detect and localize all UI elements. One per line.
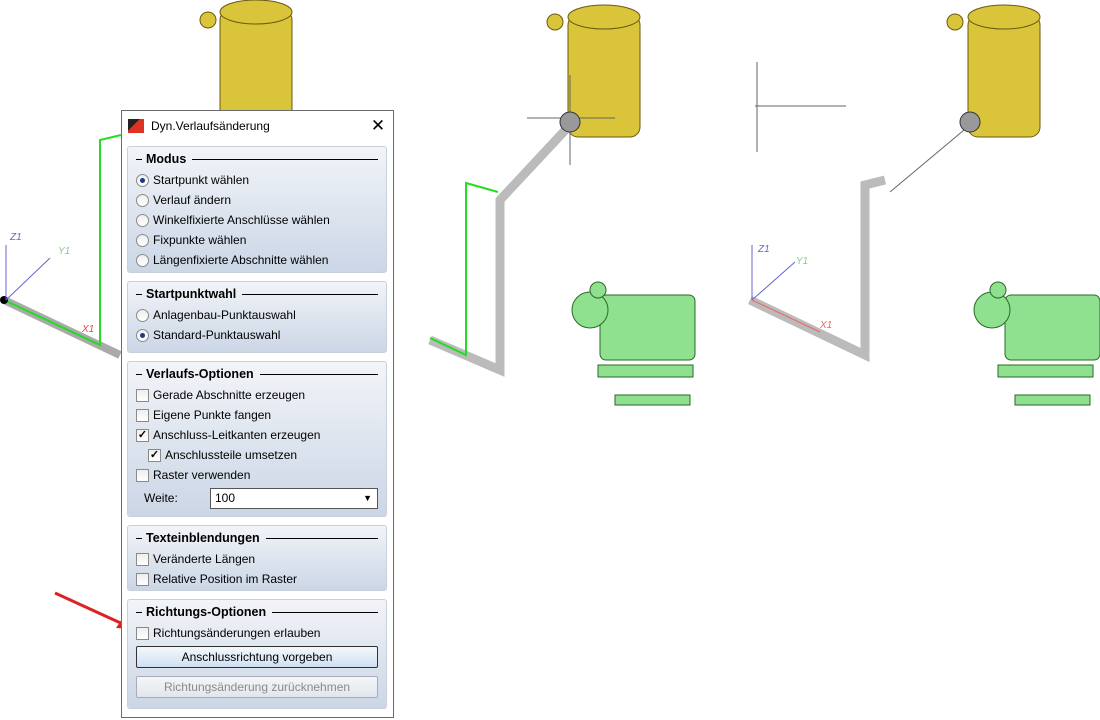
tank-left [199, 0, 293, 121]
checkmark-icon[interactable]: ✓ [136, 428, 149, 442]
group-richtungs-optionen: Richtungs-Optionen Richtungsänderungen e… [127, 599, 387, 709]
label: Anlagenbau-Punktauswahl [153, 308, 296, 322]
group-texteinblendungen: Texteinblendungen Veränderte Längen Rela… [127, 525, 387, 591]
label: Winkelfixierte Anschlüsse wählen [153, 213, 330, 227]
group-title: Startpunktwahl [136, 286, 378, 302]
label: Anschluss-Leitkanten erzeugen [153, 428, 321, 442]
radio-laengenfixiert[interactable]: Längenfixierte Abschnitte wählen [136, 250, 378, 270]
richtungsaenderung-zuruecknehmen-button[interactable]: Richtungsänderung zurücknehmen [136, 676, 378, 698]
group-modus: Modus Startpunkt wählen Verlauf ändern W… [127, 146, 387, 273]
radio-verlauf[interactable]: Verlauf ändern [136, 190, 378, 210]
group-title: Modus [136, 151, 378, 167]
checkbox-raster[interactable]: Raster verwenden [136, 465, 378, 485]
checkbox-gerade[interactable]: Gerade Abschnitte erzeugen [136, 385, 378, 405]
dialog-title: Dyn.Verlaufsänderung [151, 119, 270, 133]
checkbox-eigene-punkte[interactable]: Eigene Punkte fangen [136, 405, 378, 425]
checkbox-icon[interactable] [136, 388, 149, 402]
label: Verlauf ändern [153, 193, 232, 207]
checkbox-icon[interactable] [136, 468, 149, 482]
pipe-route-right [748, 62, 981, 363]
checkbox-icon[interactable] [136, 572, 149, 586]
checkmark-icon[interactable]: ✓ [148, 448, 161, 462]
dyn-verlaufsaenderung-dialog: Dyn.Verlaufsänderung ✕ Modus Startpunkt … [121, 110, 394, 718]
label: Standard-Punktauswahl [153, 328, 281, 342]
checkbox-veraenderte-laengen[interactable]: Veränderte Längen [136, 549, 378, 569]
group-title: Richtungs-Optionen [136, 604, 378, 620]
weite-select[interactable]: 100 ▼ [210, 487, 378, 509]
label: Anschlussteile umsetzen [165, 448, 298, 462]
radio-standard[interactable]: Standard-Punktauswahl [136, 325, 378, 345]
label: Relative Position im Raster [153, 572, 298, 586]
axis-z-label-right: Z1 [757, 244, 770, 255]
radio-icon[interactable] [136, 173, 149, 187]
radio-icon[interactable] [136, 193, 149, 207]
checkbox-anschlussteile[interactable]: ✓ Anschlussteile umsetzen [136, 445, 378, 465]
anschlussrichtung-button[interactable]: Anschlussrichtung vorgeben [136, 646, 378, 668]
label: Gerade Abschnitte erzeugen [153, 388, 306, 402]
checkbox-relative-position[interactable]: Relative Position im Raster [136, 569, 378, 589]
axis-x-label-right: X1 [819, 320, 832, 331]
radio-winkelfixiert[interactable]: Winkelfixierte Anschlüsse wählen [136, 210, 378, 230]
radio-icon[interactable] [136, 233, 149, 247]
axis-z-label: Z1 [9, 232, 22, 243]
pipe-route-left [0, 134, 122, 359]
checkbox-icon[interactable] [136, 408, 149, 422]
label: Richtungsänderungen erlauben [153, 626, 321, 640]
checkbox-leitkanten[interactable]: ✓ Anschluss-Leitkanten erzeugen [136, 425, 378, 445]
radio-icon[interactable] [136, 328, 149, 342]
group-startpunktwahl: Startpunktwahl Anlagenbau-Punktauswahl S… [127, 281, 387, 353]
group-title: Texteinblendungen [136, 530, 378, 546]
label: Eigene Punkte fangen [153, 408, 272, 422]
axis-x-label: X1 [81, 324, 94, 335]
label: Fixpunkte wählen [153, 233, 247, 247]
radio-fixpunkte[interactable]: Fixpunkte wählen [136, 230, 378, 250]
label: Raster verwenden [153, 468, 251, 482]
label: Startpunkt wählen [153, 173, 250, 187]
radio-startpunkt[interactable]: Startpunkt wählen [136, 170, 378, 190]
label: Veränderte Längen [153, 552, 256, 566]
weite-label: Weite: [144, 491, 178, 505]
checkbox-icon[interactable] [136, 552, 149, 566]
group-verlaufs-optionen: Verlaufs-Optionen Gerade Abschnitte erze… [127, 361, 387, 517]
checkbox-icon[interactable] [136, 626, 149, 640]
group-title: Verlaufs-Optionen [136, 366, 378, 382]
axis-y-label-right: Y1 [796, 256, 808, 267]
chevron-down-icon: ▼ [363, 493, 372, 503]
pump-right [973, 281, 1100, 406]
radio-icon[interactable] [136, 253, 149, 267]
close-button[interactable]: ✕ [363, 116, 393, 136]
label: Längenfixierte Abschnitte wählen [153, 253, 329, 267]
axis-y-label: Y1 [58, 246, 70, 257]
title-bar[interactable]: Dyn.Verlaufsänderung ✕ [122, 111, 393, 141]
radio-icon[interactable] [136, 308, 149, 322]
pump-middle [571, 281, 696, 406]
app-icon [128, 119, 144, 133]
weite-row: Weite: 100 ▼ [136, 485, 378, 511]
radio-icon[interactable] [136, 213, 149, 227]
weite-value: 100 [215, 491, 236, 505]
radio-anlagenbau[interactable]: Anlagenbau-Punktauswahl [136, 305, 378, 325]
checkbox-richtungsaenderungen[interactable]: Richtungsänderungen erlauben [136, 623, 378, 643]
